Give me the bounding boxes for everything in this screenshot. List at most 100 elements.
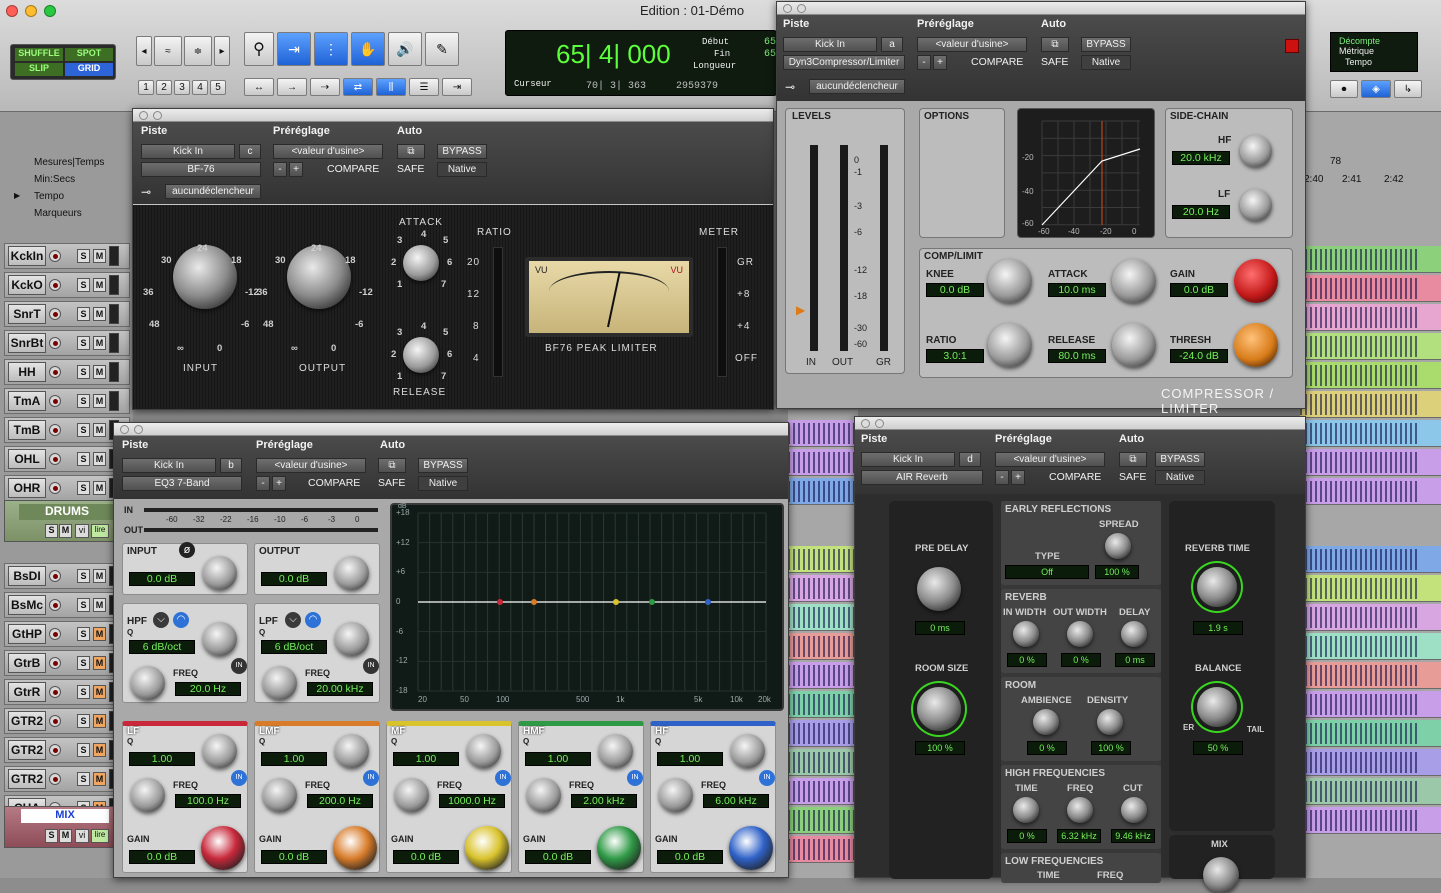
dyn3-zoom-button[interactable] bbox=[797, 4, 806, 13]
eq3-next-preset[interactable]: + bbox=[272, 476, 286, 491]
eq3-band-freq-knob[interactable] bbox=[131, 778, 165, 812]
audio-region[interactable] bbox=[788, 604, 858, 631]
eq3-band-gain-knob[interactable] bbox=[729, 826, 773, 870]
vertical-zoom-icon[interactable]: ≑ bbox=[184, 36, 212, 66]
air-hf-cut-value[interactable]: 9.46 kHz bbox=[1111, 829, 1155, 843]
slip-mode-button[interactable]: SLIP bbox=[15, 63, 63, 76]
air-delay-knob[interactable] bbox=[1121, 621, 1147, 647]
dyn3-lf-value[interactable]: 20.0 Hz bbox=[1172, 205, 1230, 219]
mix-vi-button[interactable]: vi bbox=[75, 829, 89, 843]
zoom-preset-5[interactable]: 5 bbox=[210, 80, 226, 95]
audio-region[interactable] bbox=[1300, 391, 1441, 418]
track-name[interactable]: SnrT bbox=[8, 304, 46, 324]
dyn3-sidechain-select[interactable]: aucundéclencheur bbox=[809, 79, 905, 94]
track-name[interactable]: TmB bbox=[8, 420, 46, 440]
mute-button[interactable]: M bbox=[93, 743, 106, 757]
air-predelay-value[interactable]: 0 ms bbox=[915, 621, 965, 635]
dyn3-attack-value[interactable]: 10.0 ms bbox=[1048, 283, 1106, 297]
track-name[interactable]: HH bbox=[8, 362, 46, 382]
mirror-midi-icon[interactable]: ⫼ bbox=[376, 78, 406, 96]
track-row[interactable]: GtrB S M bbox=[4, 650, 130, 676]
eq3-lpf-q-knob[interactable] bbox=[335, 622, 369, 656]
track-row[interactable]: GtHP S M bbox=[4, 621, 130, 647]
air-hf-freq-value[interactable]: 6.32 kHz bbox=[1057, 829, 1101, 843]
dyn3-compare-button[interactable]: COMPARE bbox=[971, 56, 1023, 68]
grabber-tool-icon[interactable]: ✋ bbox=[351, 32, 385, 66]
audio-region[interactable] bbox=[788, 749, 858, 776]
bf76-preset-select[interactable]: <valeur d'usine> bbox=[273, 144, 383, 159]
eq3-band-gain-knob[interactable] bbox=[465, 826, 509, 870]
mute-button[interactable]: M bbox=[93, 365, 106, 379]
dyn3-bypass-button[interactable]: BYPASS bbox=[1081, 37, 1131, 52]
mute-button[interactable]: M bbox=[93, 278, 106, 292]
record-arm-button[interactable] bbox=[49, 744, 61, 756]
edit-timeline[interactable]: 78 2:40 2:41 2:42 bbox=[1300, 112, 1441, 878]
eq3-hpf-q-knob[interactable] bbox=[203, 622, 237, 656]
dyn3-thresh-value[interactable]: -24.0 dB bbox=[1170, 349, 1228, 363]
record-arm-button[interactable] bbox=[49, 686, 61, 698]
air-spread-knob[interactable] bbox=[1105, 533, 1131, 559]
eq3-zoom-button[interactable] bbox=[134, 425, 143, 434]
track-row[interactable]: GTR2 S M bbox=[4, 737, 130, 763]
eq3-hpf-slope[interactable]: 6 dB/oct bbox=[129, 640, 195, 654]
bf76-output-knob[interactable] bbox=[287, 245, 351, 309]
dyn3-hf-value[interactable]: 20.0 kHz bbox=[1172, 151, 1230, 165]
audio-region[interactable] bbox=[1300, 575, 1441, 602]
audio-region[interactable] bbox=[788, 691, 858, 718]
dyn3-threshold-marker[interactable]: ▶ bbox=[796, 303, 805, 317]
zoom-out-button[interactable]: ◂ bbox=[136, 36, 152, 66]
eq3-band-gain-value[interactable]: 0.0 dB bbox=[393, 850, 459, 864]
bf76-bypass-button[interactable]: BYPASS bbox=[437, 144, 487, 159]
eq3-band-freq-knob[interactable] bbox=[527, 778, 561, 812]
eq3-band-gain-knob[interactable] bbox=[597, 826, 641, 870]
audio-region[interactable] bbox=[1300, 749, 1441, 776]
track-name[interactable]: OHL bbox=[8, 449, 46, 469]
mute-button[interactable]: M bbox=[93, 423, 106, 437]
eq3-lpf-in-button[interactable]: IN bbox=[363, 658, 379, 674]
dyn3-prev-preset[interactable]: - bbox=[917, 55, 931, 70]
audio-region[interactable] bbox=[788, 420, 858, 447]
air-next-preset[interactable]: + bbox=[1011, 470, 1025, 485]
solo-button[interactable]: S bbox=[77, 365, 90, 379]
tab-to-transient-icon[interactable]: ⇄ bbox=[343, 78, 373, 96]
eq3-band-gain-value[interactable]: 0.0 dB bbox=[129, 850, 195, 864]
eq3-band-freq-value[interactable]: 200.0 Hz bbox=[307, 794, 373, 808]
eq3-automation-button[interactable]: ⧉ bbox=[378, 458, 406, 473]
tempo-label[interactable]: Tempo bbox=[1345, 57, 1372, 67]
dyn3-thresh-knob[interactable] bbox=[1234, 323, 1278, 367]
bf76-prev-preset[interactable]: - bbox=[273, 162, 287, 177]
audio-region[interactable] bbox=[788, 807, 858, 834]
ruler-bars-beats[interactable]: Mesures|Temps bbox=[34, 157, 104, 168]
dyn3-attack-knob[interactable] bbox=[1112, 259, 1156, 303]
audio-region[interactable] bbox=[788, 778, 858, 805]
eq3-input-knob[interactable] bbox=[203, 556, 237, 590]
zoomer-tool-icon[interactable]: ⚲ bbox=[244, 32, 274, 66]
zoom-preset-4[interactable]: 4 bbox=[192, 80, 208, 95]
dyn3-gain-value[interactable]: 0.0 dB bbox=[1170, 283, 1228, 297]
audio-region[interactable] bbox=[1300, 420, 1441, 447]
eq3-band-q-value[interactable]: 1.00 bbox=[393, 752, 459, 766]
track-name[interactable]: GtHP bbox=[8, 624, 46, 644]
zoom-preset-2[interactable]: 2 bbox=[156, 80, 172, 95]
air-inwidth-value[interactable]: 0 % bbox=[1007, 653, 1047, 667]
audio-region[interactable] bbox=[1300, 478, 1441, 505]
record-arm-button[interactable] bbox=[49, 628, 61, 640]
dyn3-close-button[interactable] bbox=[783, 4, 792, 13]
audio-region[interactable] bbox=[1300, 275, 1441, 302]
zoom-preset-1[interactable]: 1 bbox=[138, 80, 154, 95]
bf76-zoom-button[interactable] bbox=[153, 111, 162, 120]
dyn3-clip-indicator[interactable] bbox=[1285, 39, 1299, 53]
record-arm-button[interactable] bbox=[49, 337, 61, 349]
bf76-automation-button[interactable]: ⧉ bbox=[397, 144, 425, 159]
dyn3-gain-knob[interactable] bbox=[1234, 259, 1278, 303]
eq3-lpf-freq-value[interactable]: 20.00 kHz bbox=[307, 682, 373, 696]
ratio-selector[interactable] bbox=[493, 247, 503, 377]
mute-button[interactable]: M bbox=[93, 685, 106, 699]
air-plugin-select[interactable]: AIR Reverb bbox=[861, 470, 983, 485]
solo-button[interactable]: S bbox=[77, 685, 90, 699]
track-name[interactable]: GTR2 bbox=[8, 711, 46, 731]
solo-button[interactable]: S bbox=[77, 278, 90, 292]
eq3-bypass-button[interactable]: BYPASS bbox=[418, 458, 468, 473]
drums-solo-button[interactable]: S bbox=[45, 524, 58, 538]
drums-group-name[interactable]: DRUMS bbox=[19, 504, 115, 520]
